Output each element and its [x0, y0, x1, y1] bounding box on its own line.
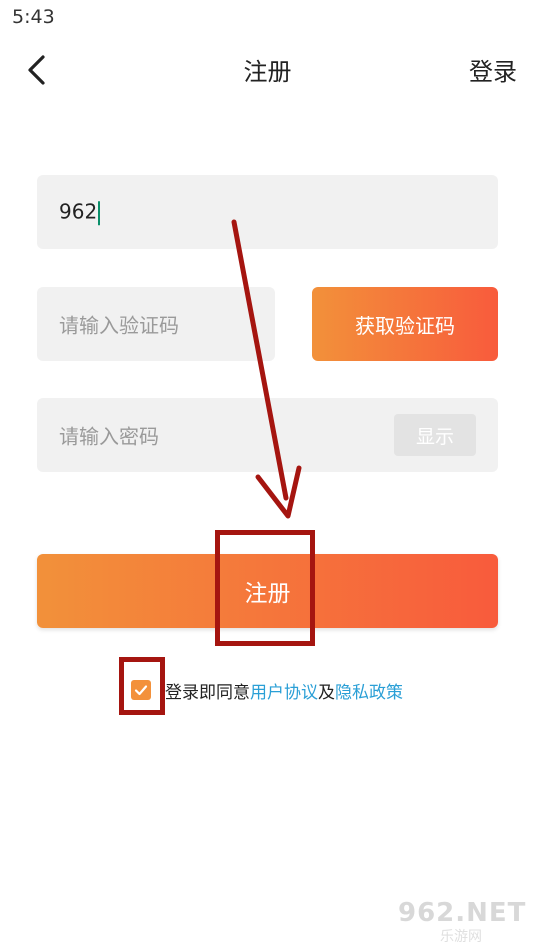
annotation-arrow	[231, 219, 302, 519]
annotation-box-checkbox	[119, 657, 165, 715]
watermark-sub: 乐游网	[440, 929, 482, 945]
watermark-logo: 962.NET 乐游网	[398, 898, 528, 945]
watermark-main: 962.NET	[398, 898, 527, 928]
annotation-box-register	[215, 530, 315, 646]
